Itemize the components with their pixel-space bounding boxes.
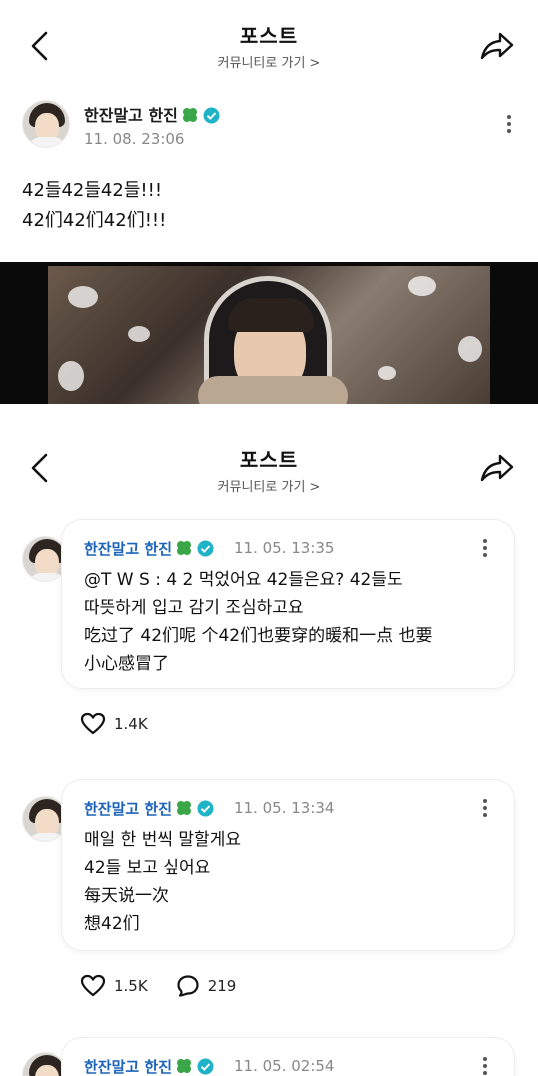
comment-timestamp: 11. 05. 02:54 [234,1057,335,1075]
comment-author[interactable]: 한잔말고 한진 [84,798,214,819]
comment-text: @T W S : 4 2 먹었어요 42들은요? 42들도 따뜻하게 입고 감기… [84,570,433,674]
more-vertical-icon[interactable] [504,112,514,138]
comment-bubble-icon [177,975,199,997]
video-still [48,266,490,404]
avatar[interactable] [22,100,70,148]
verified-badge-icon [197,540,214,557]
community-link[interactable]: 커뮤니티로 가기 > [0,52,538,71]
reply-button[interactable]: 219 [176,974,237,998]
more-vertical-icon[interactable] [480,1054,490,1076]
four-leaf-clover-icon [182,108,197,122]
author-name[interactable]: 한잔말고 한진 [84,102,220,126]
comment-card: 한잔말고 한진 11. 05. 02:54 [62,1038,514,1076]
verified-badge-icon [197,800,214,817]
verified-badge-icon [203,107,220,124]
post-media[interactable] [0,262,538,404]
screenshot-divider [0,404,538,432]
post-text: 42들42들42들!!! 42们42们42们!!! [22,180,167,231]
comment-card: 한잔말고 한진 11. 05. 13:35 @T W S : 4 2 먹었어요 … [62,520,514,688]
four-leaf-clover-icon [177,1059,192,1073]
verified-badge-icon [197,1058,214,1075]
more-vertical-icon[interactable] [480,536,490,562]
comment-stats: 1.5K 219 [80,974,264,998]
heart-icon [80,712,106,735]
comment-text: 매일 한 번씩 말할게요 42들 보고 싶어요 每天说一次 想42们 [84,830,241,934]
post-author-row: 한잔말고 한진 11. 08. 23:06 [22,100,522,156]
share-icon[interactable] [478,28,516,64]
page-title: 포스트 [239,448,299,472]
comment-timestamp: 11. 05. 13:34 [234,799,335,817]
comments-screen: 포스트 커뮤니티로 가기 > 한잔말고 한진 11. 05. 13:35 @T … [0,432,538,1076]
comment-timestamp: 11. 05. 13:35 [234,539,335,557]
page-title: 포스트 [239,24,299,48]
like-button[interactable]: 1.5K [80,974,148,998]
like-count: 1.5K [114,977,148,995]
like-count: 1.4K [114,715,148,733]
four-leaf-clover-icon [177,801,192,815]
heart-icon [80,974,106,997]
comment-author[interactable]: 한잔말고 한진 [84,538,214,559]
share-icon[interactable] [478,450,516,486]
reply-count: 219 [207,977,237,995]
community-link[interactable]: 커뮤니티로 가기 > [0,476,538,495]
top-bar: 포스트 커뮤니티로 가기 > [0,0,538,92]
more-vertical-icon[interactable] [480,796,490,822]
like-button[interactable]: 1.4K [80,712,148,736]
top-bar: 포스트 커뮤니티로 가기 > [0,432,538,524]
comment-card: 한잔말고 한진 11. 05. 13:34 매일 한 번씩 말할게요 42들 보… [62,780,514,950]
post-timestamp: 11. 08. 23:06 [84,130,185,148]
post-screen: 포스트 커뮤니티로 가기 > 한잔말고 한진 11. 08. 23:06 42들… [0,0,538,404]
four-leaf-clover-icon [177,541,192,555]
comment-stats: 1.4K [80,712,176,736]
comment-author[interactable]: 한잔말고 한진 [84,1056,214,1076]
